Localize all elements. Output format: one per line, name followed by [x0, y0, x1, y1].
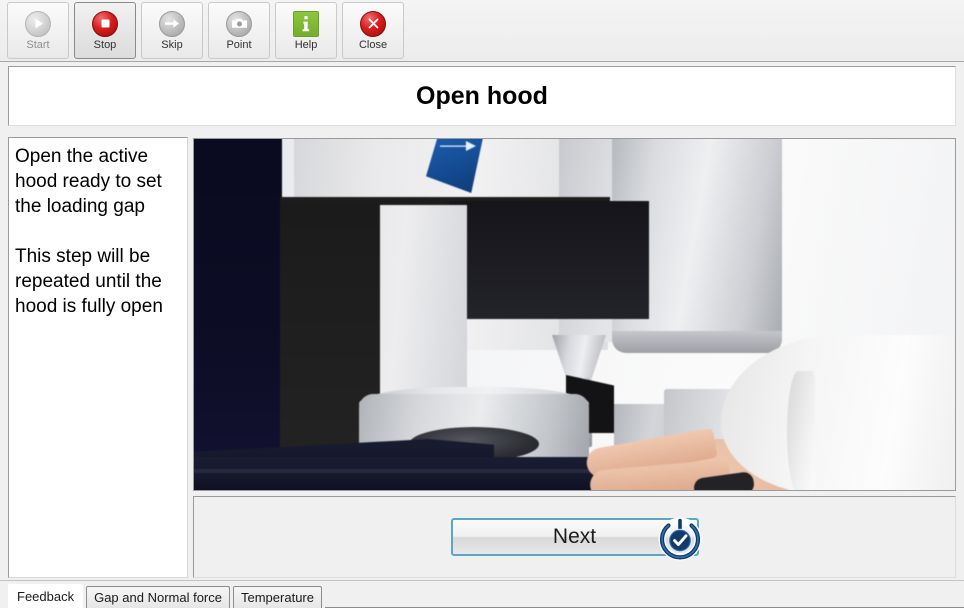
- close-button-label: Close: [358, 38, 388, 51]
- start-button[interactable]: Start: [7, 2, 69, 59]
- info-icon: [293, 10, 319, 37]
- application-window: Start Stop Skip Point Help Close Open ho…: [0, 0, 964, 608]
- stop-button-label: Stop: [93, 38, 117, 51]
- toolbar: Start Stop Skip Point Help Close: [0, 0, 964, 62]
- instructions-panel: Open the active hood ready to set the lo…: [8, 137, 188, 578]
- tab-bar-filler: [324, 585, 964, 608]
- page-title: Open hood: [416, 81, 548, 110]
- next-button[interactable]: Next: [450, 517, 701, 561]
- tab-feedback-label: Feedback: [17, 588, 75, 604]
- close-circle-icon: [360, 10, 386, 37]
- camera-icon: [226, 10, 252, 37]
- skip-button[interactable]: Skip: [141, 2, 203, 59]
- play-icon: [25, 10, 51, 37]
- tab-bar: Feedback Gap and Normal force Temperatur…: [0, 580, 964, 608]
- tab-temperature[interactable]: Temperature: [233, 586, 322, 608]
- check-circle-icon: [657, 516, 703, 562]
- tab-temperature-label: Temperature: [241, 590, 314, 605]
- stop-icon: [92, 10, 118, 37]
- tab-gap-and-normal-force[interactable]: Gap and Normal force: [86, 586, 230, 608]
- start-button-label: Start: [26, 38, 50, 51]
- help-button-label: Help: [294, 38, 318, 51]
- close-button[interactable]: Close: [342, 2, 404, 59]
- tab-feedback[interactable]: Feedback: [8, 584, 84, 608]
- next-button-label: Next: [552, 525, 597, 548]
- skip-button-label: Skip: [161, 38, 183, 51]
- arrow-right-icon: [159, 10, 185, 37]
- point-button-label: Point: [226, 38, 252, 51]
- instruction-photo: [193, 138, 956, 491]
- action-panel: Next: [193, 496, 956, 578]
- tab-gap-and-normal-force-label: Gap and Normal force: [94, 590, 222, 605]
- photo-illustration: [194, 139, 955, 490]
- instructions-text: Open the active hood ready to set the lo…: [15, 146, 163, 317]
- point-button[interactable]: Point: [208, 2, 270, 59]
- stop-button[interactable]: Stop: [74, 2, 136, 59]
- page-title-panel: Open hood: [8, 66, 956, 126]
- help-button[interactable]: Help: [275, 2, 337, 59]
